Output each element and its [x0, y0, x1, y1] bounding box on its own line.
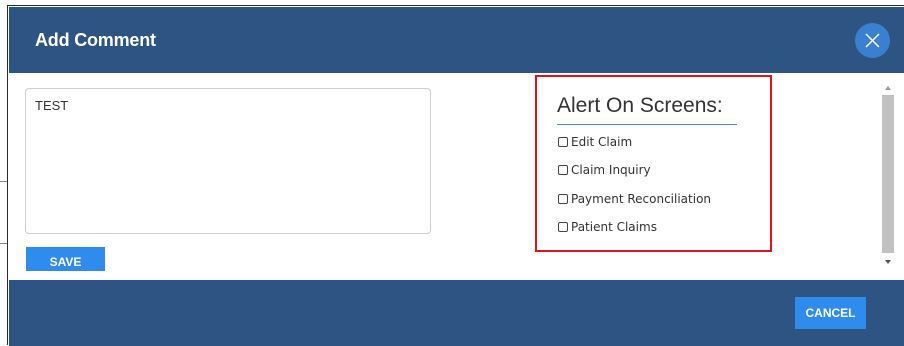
checkbox-label: Patient Claims	[571, 220, 657, 234]
dialog-footer: CANCEL	[9, 280, 904, 346]
checkbox-label: Edit Claim	[571, 135, 633, 149]
dialog-title: Add Comment	[35, 30, 156, 50]
scroll-up-arrow-icon[interactable]	[881, 81, 895, 93]
checkbox-label: Claim Inquiry	[571, 163, 651, 177]
checkbox-icon[interactable]	[558, 222, 568, 232]
checkbox-patient-claims[interactable]: Patient Claims	[558, 219, 657, 235]
checkbox-icon[interactable]	[558, 194, 568, 204]
alert-on-screens-panel: Alert On Screens: Edit Claim Claim Inqui…	[535, 75, 772, 252]
checkbox-edit-claim[interactable]: Edit Claim	[558, 134, 632, 150]
checkbox-label: Payment Reconciliation	[571, 192, 712, 206]
scrollbar-thumb[interactable]	[882, 95, 894, 253]
close-x-icon	[865, 33, 880, 48]
save-button[interactable]: SAVE	[26, 247, 105, 271]
comment-textarea[interactable]: TEST	[25, 88, 431, 234]
dialog-header: Add Comment	[9, 7, 904, 73]
alert-title: Alert On Screens:	[557, 94, 723, 117]
vertical-scrollbar[interactable]	[881, 81, 895, 267]
checkbox-claim-inquiry[interactable]: Claim Inquiry	[558, 162, 651, 178]
dialog-body: TEST SAVE Alert On Screens: Edit Claim C…	[9, 73, 904, 280]
close-button[interactable]	[855, 23, 890, 58]
checkbox-icon[interactable]	[558, 137, 568, 147]
cancel-button[interactable]: CANCEL	[795, 297, 866, 329]
scroll-down-arrow-icon[interactable]	[881, 255, 895, 267]
add-comment-dialog: Add Comment TEST SAVE Alert On Screens: …	[7, 5, 904, 346]
checkbox-icon[interactable]	[558, 165, 568, 175]
checkbox-payment-reconciliation[interactable]: Payment Reconciliation	[558, 191, 711, 207]
alert-title-underline	[557, 124, 737, 125]
